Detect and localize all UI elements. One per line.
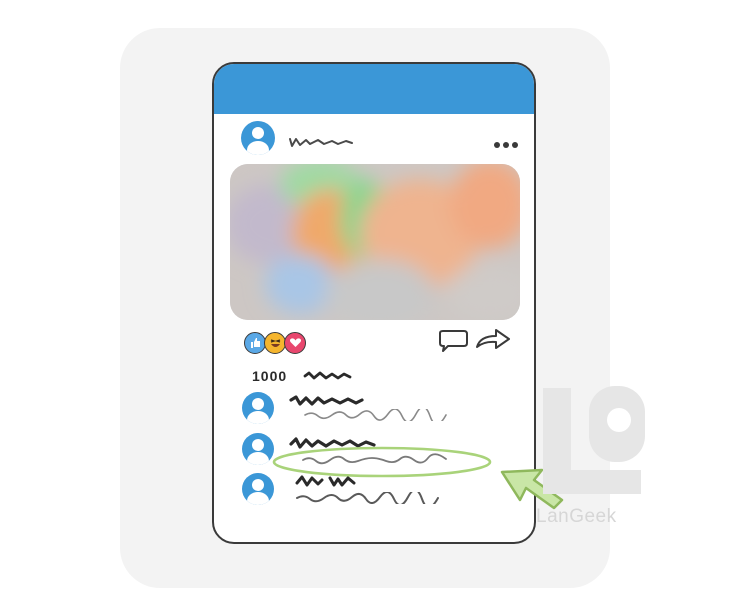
author-name-scribble	[289, 138, 353, 147]
comment-author-scribble	[289, 395, 364, 406]
phone-frame: 1000	[212, 62, 536, 544]
post-image-graphic	[230, 164, 520, 320]
comment-text-scribble	[302, 453, 447, 465]
likes-label-scribble	[303, 371, 352, 380]
author-avatar[interactable]	[241, 121, 275, 155]
share-icon	[476, 329, 510, 349]
laughing-face-icon	[270, 339, 280, 347]
love-reaction-icon[interactable]	[284, 332, 306, 354]
commenter-avatar[interactable]	[242, 473, 274, 505]
haha-reaction-icon[interactable]	[264, 332, 286, 354]
comment-icon	[439, 330, 468, 352]
thumbs-up-icon	[250, 338, 260, 348]
more-horizontal-icon	[494, 142, 500, 148]
comment-text-scribble	[304, 409, 447, 421]
app-header-bar	[214, 64, 534, 114]
commenter-avatar[interactable]	[242, 392, 274, 424]
like-reaction-icon[interactable]	[244, 332, 266, 354]
comment-button[interactable]	[436, 328, 472, 356]
brand-logo	[543, 386, 645, 494]
share-button[interactable]	[474, 326, 514, 354]
likes-count: 1000	[252, 368, 288, 384]
brand-watermark-text: LanGeek	[536, 506, 617, 527]
more-dot	[503, 142, 509, 148]
more-dot	[512, 142, 518, 148]
comment-author-scribble	[295, 475, 356, 487]
more-options-button[interactable]	[494, 135, 524, 148]
post-image[interactable]	[230, 164, 520, 320]
comment-text-scribble	[296, 492, 439, 504]
heart-icon	[289, 338, 301, 347]
